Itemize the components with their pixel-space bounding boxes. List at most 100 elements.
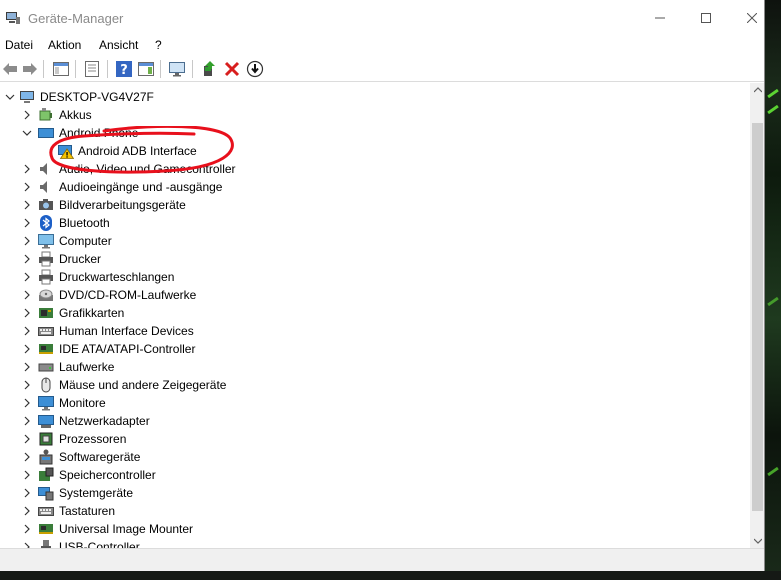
tree-item-audio-video[interactable]: Audio, Video und Gamecontroller xyxy=(0,160,740,178)
tree-item-network[interactable]: Netzwerkadapter xyxy=(0,412,740,430)
chevron-right-icon[interactable] xyxy=(21,268,33,286)
storage-controller-icon xyxy=(39,467,54,481)
chevron-right-icon[interactable] xyxy=(21,106,33,124)
chevron-right-icon[interactable] xyxy=(21,340,33,358)
tree-item-android-adb-interface[interactable]: Android ADB Interface xyxy=(0,142,740,160)
chevron-right-icon[interactable] xyxy=(21,466,33,484)
show-hide-console-tree-icon[interactable] xyxy=(52,60,70,78)
minimize-button[interactable] xyxy=(637,0,683,36)
close-icon xyxy=(747,13,757,23)
title-bar[interactable]: Geräte-Manager xyxy=(0,0,764,36)
controller-icon xyxy=(39,344,53,354)
processor-icon xyxy=(39,432,53,446)
camera-icon xyxy=(39,199,53,210)
chevron-right-icon[interactable] xyxy=(21,358,33,376)
tree-item-graphics[interactable]: Grafikkarten xyxy=(0,304,740,322)
help-icon[interactable]: ? xyxy=(115,60,133,78)
tree-item-imaging[interactable]: Bildverarbeitungsgeräte xyxy=(0,196,740,214)
tree-item-computer[interactable]: Computer xyxy=(0,232,740,250)
tree-item-software-devices[interactable]: Softwaregeräte xyxy=(0,448,740,466)
chevron-right-icon[interactable] xyxy=(21,430,33,448)
tree-item-label: Bildverarbeitungsgeräte xyxy=(59,198,186,212)
vertical-scrollbar[interactable] xyxy=(750,83,764,548)
chevron-right-icon[interactable] xyxy=(21,304,33,322)
chevron-right-icon[interactable] xyxy=(21,232,33,250)
tree-item-label: Tastaturen xyxy=(59,504,116,518)
tree-item-drives[interactable]: Laufwerke xyxy=(0,358,740,376)
tree-item-android-phone[interactable]: Android Phone xyxy=(0,124,740,142)
chevron-right-icon[interactable] xyxy=(21,394,33,412)
warning-device-icon xyxy=(58,145,74,159)
tree-item-label: Bluetooth xyxy=(59,216,110,230)
action-pane-icon[interactable] xyxy=(137,60,155,78)
tree-root[interactable]: DESKTOP-VG4V27F xyxy=(0,88,740,106)
tree-item-bluetooth[interactable]: Bluetooth xyxy=(0,214,740,232)
chevron-right-icon[interactable] xyxy=(21,214,33,232)
tree-item-label: IDE ATA/ATAPI-Controller xyxy=(59,342,196,356)
chevron-down-icon[interactable] xyxy=(4,88,16,106)
menu-aktion[interactable]: Aktion xyxy=(48,38,81,52)
back-arrow-icon[interactable] xyxy=(1,60,19,78)
chevron-right-icon[interactable] xyxy=(21,448,33,466)
menu-ansicht[interactable]: Ansicht xyxy=(99,38,138,52)
chevron-right-icon[interactable] xyxy=(21,502,33,520)
maximize-icon xyxy=(701,13,711,23)
tree-item-label: Computer xyxy=(59,234,112,248)
chevron-right-icon[interactable] xyxy=(21,484,33,502)
menu-bar: Datei Aktion Ansicht ? xyxy=(0,36,764,56)
menu-datei[interactable]: Datei xyxy=(5,38,33,52)
disable-device-icon[interactable] xyxy=(246,60,264,78)
chevron-down-icon[interactable] xyxy=(21,124,33,142)
minimize-icon xyxy=(655,17,665,19)
tree-item-monitors[interactable]: Monitore xyxy=(0,394,740,412)
tree-item-mice[interactable]: Mäuse und andere Zeigegeräte xyxy=(0,376,740,394)
drive-icon xyxy=(38,363,54,372)
scan-hardware-icon[interactable] xyxy=(168,60,186,78)
tree-item-processors[interactable]: Prozessoren xyxy=(0,430,740,448)
tree-item-printers[interactable]: Drucker xyxy=(0,250,740,268)
monitor-icon xyxy=(38,396,54,411)
bluetooth-icon xyxy=(40,215,52,231)
uninstall-device-icon[interactable] xyxy=(223,60,241,78)
maximize-button[interactable] xyxy=(683,0,729,36)
tree-item-storage-controllers[interactable]: Speichercontroller xyxy=(0,466,740,484)
speaker-icon xyxy=(40,163,47,175)
chevron-right-icon[interactable] xyxy=(21,196,33,214)
tree-item-label: Audio, Video und Gamecontroller xyxy=(59,162,236,176)
properties-icon[interactable] xyxy=(83,60,101,78)
tree-item-system-devices[interactable]: Systemgeräte xyxy=(0,484,740,502)
chevron-right-icon[interactable] xyxy=(21,520,33,538)
tree-item-akkus[interactable]: Akkus xyxy=(0,106,740,124)
tree-item-hid[interactable]: Human Interface Devices xyxy=(0,322,740,340)
tree-item-label: Android ADB Interface xyxy=(78,144,197,158)
tree-item-audio-io[interactable]: Audioeingänge und -ausgänge xyxy=(0,178,740,196)
network-icon xyxy=(38,415,54,428)
tree-item-keyboards[interactable]: Tastaturen xyxy=(0,502,740,520)
tree-item-universal-image-mounter[interactable]: Universal Image Mounter xyxy=(0,520,740,538)
tree-item-print-queues[interactable]: Druckwarteschlangen xyxy=(0,268,740,286)
scroll-down-arrow-icon[interactable] xyxy=(750,534,764,548)
scroll-up-arrow-icon[interactable] xyxy=(750,83,764,97)
tree-item-label: Druckwarteschlangen xyxy=(59,270,175,284)
printer-icon xyxy=(39,269,53,285)
tree-item-label: Grafikkarten xyxy=(59,306,125,320)
scrollbar-thumb[interactable] xyxy=(752,123,763,511)
system-device-icon xyxy=(38,487,54,501)
chevron-right-icon[interactable] xyxy=(21,250,33,268)
chevron-right-icon[interactable] xyxy=(21,160,33,178)
chevron-right-icon[interactable] xyxy=(21,286,33,304)
printer-icon xyxy=(39,251,53,267)
update-driver-icon[interactable] xyxy=(200,60,218,78)
chevron-right-icon[interactable] xyxy=(21,412,33,430)
forward-arrow-icon[interactable] xyxy=(21,60,39,78)
tree-item-label: Drucker xyxy=(59,252,102,266)
chevron-right-icon[interactable] xyxy=(21,178,33,196)
tree-item-ide[interactable]: IDE ATA/ATAPI-Controller xyxy=(0,340,740,358)
tree-item-label: Audioeingänge und -ausgänge xyxy=(59,180,223,194)
close-button[interactable] xyxy=(729,0,764,36)
chevron-right-icon[interactable] xyxy=(21,322,33,340)
chevron-right-icon[interactable] xyxy=(21,376,33,394)
menu-help[interactable]: ? xyxy=(155,38,162,52)
tree-item-dvd[interactable]: DVD/CD-ROM-Laufwerke xyxy=(0,286,740,304)
desktop-background xyxy=(765,0,781,580)
